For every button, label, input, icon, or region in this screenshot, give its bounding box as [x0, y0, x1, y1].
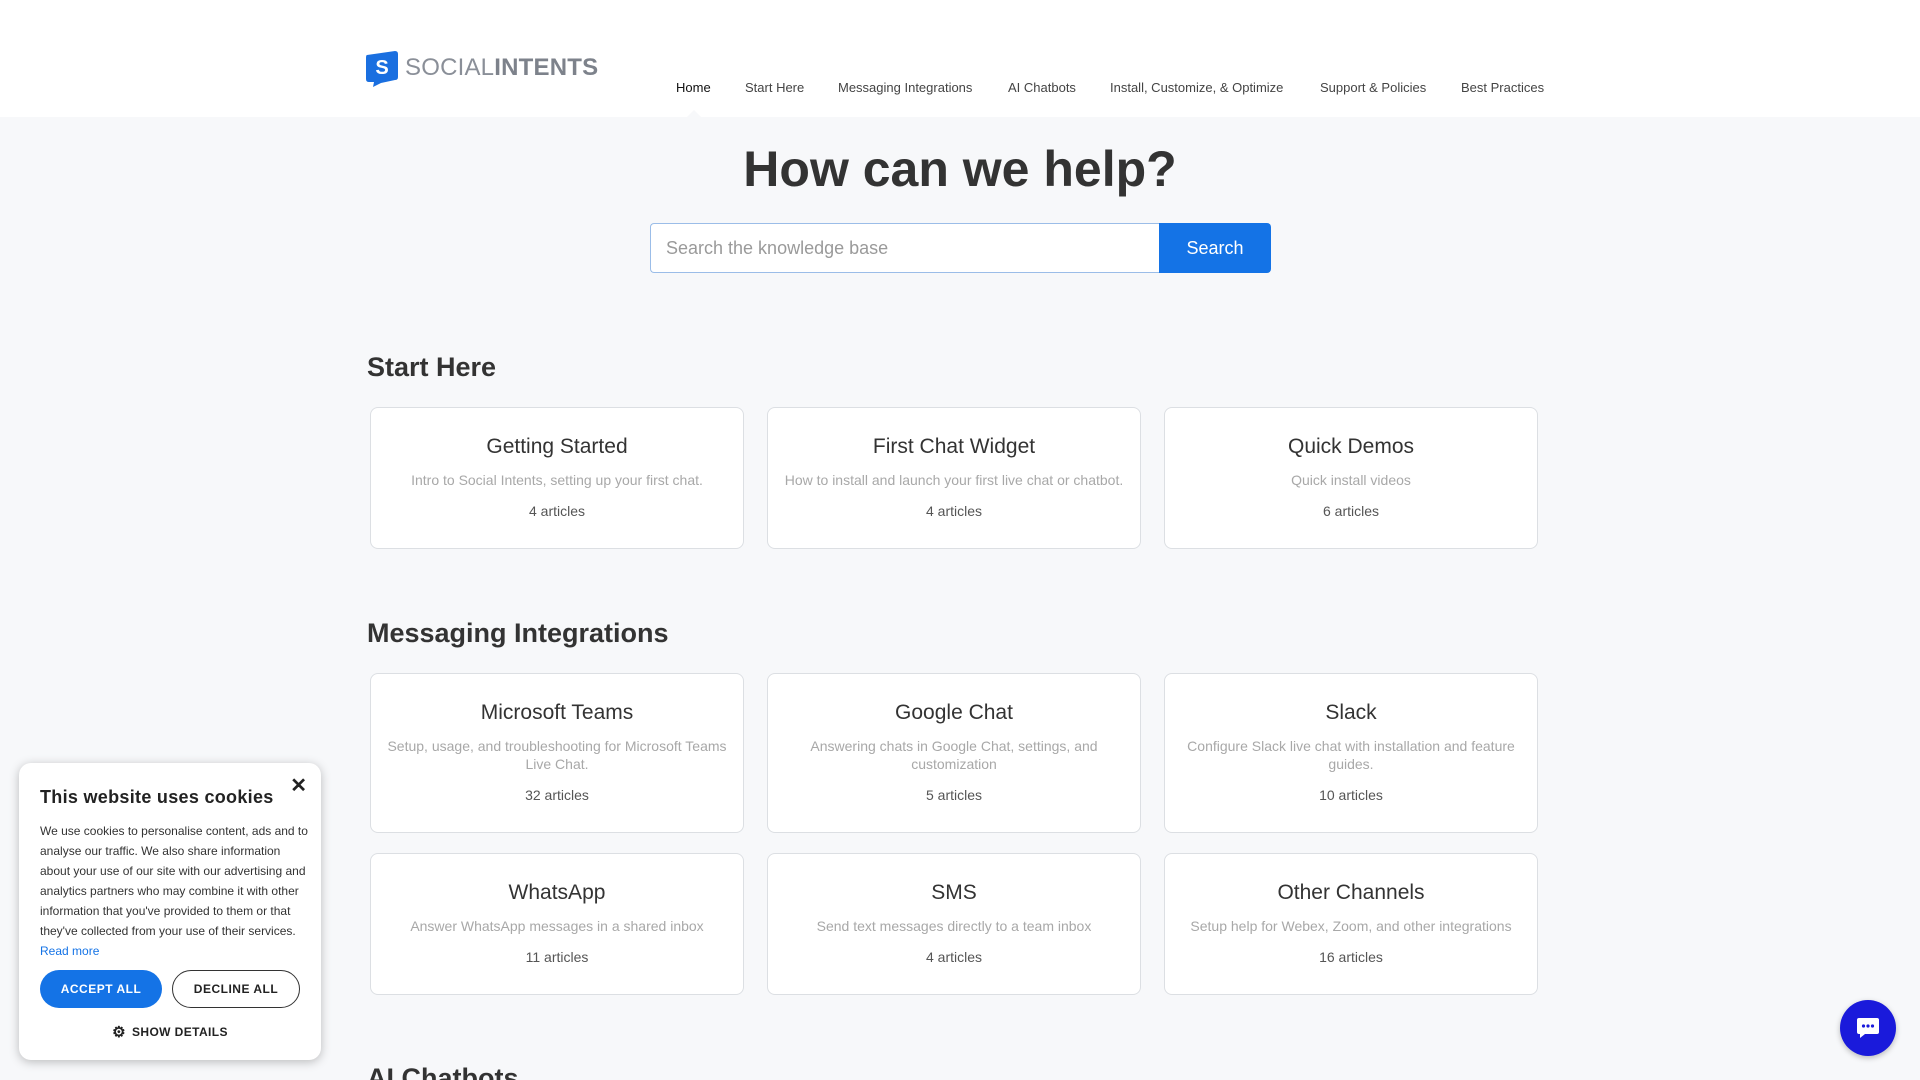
search-button[interactable]: Search	[1159, 223, 1271, 273]
article-count: 4 articles	[925, 949, 983, 965]
section-title-ai-chatbots: AI Chatbots	[367, 1063, 519, 1080]
active-nav-indicator	[687, 110, 701, 117]
article-count: 10 articles	[1319, 787, 1383, 803]
search-input[interactable]	[650, 223, 1159, 273]
main-nav: Home Start Here Messaging Integrations A…	[0, 80, 1920, 100]
cookie-text: We use cookies to personalise content, a…	[40, 821, 308, 961]
accept-all-button[interactable]: ACCEPT ALL	[40, 970, 162, 1008]
close-icon[interactable]: ✕	[290, 773, 307, 798]
card-description: Quick install videos	[1291, 472, 1411, 488]
show-details-label: SHOW DETAILS	[131, 1025, 228, 1039]
card-title: Getting Started	[486, 435, 628, 458]
cookie-consent-banner: ✕ This website uses cookies We use cooki…	[19, 763, 321, 1060]
section-title-start-here: Start Here	[367, 352, 497, 382]
nav-support-policies[interactable]: Support & Policies	[1320, 80, 1426, 95]
show-details-button[interactable]: ⚙ SHOW DETAILS	[19, 1023, 321, 1041]
card-description: Setup help for Webex, Zoom, and other in…	[1190, 918, 1512, 934]
card-title: Microsoft Teams	[480, 701, 634, 724]
category-card-getting-started[interactable]: Getting Started Intro to Social Intents,…	[370, 407, 744, 549]
nav-home[interactable]: Home	[676, 80, 711, 95]
card-description: Setup, usage, and troubleshooting for Mi…	[387, 738, 727, 772]
card-title: Other Channels	[1277, 881, 1425, 904]
nav-best-practices[interactable]: Best Practices	[1461, 80, 1544, 95]
article-count: 5 articles	[925, 787, 983, 803]
card-title: First Chat Widget	[872, 435, 1036, 458]
brand-name-bold: INTENTS	[494, 54, 599, 81]
card-title: Quick Demos	[1287, 435, 1415, 458]
card-description: How to install and launch your first liv…	[784, 472, 1124, 488]
category-card-sms[interactable]: SMS Send text messages directly to a tea…	[767, 853, 1141, 995]
brand-name: SOCIALINTENTS	[405, 54, 598, 82]
nav-install-customize-optimize[interactable]: Install, Customize, & Optimize	[1110, 80, 1283, 95]
card-description: Answer WhatsApp messages in a shared inb…	[410, 918, 704, 934]
site-header: S SOCIALINTENTS Home Start Here Messagin…	[0, 0, 1920, 117]
cookie-title: This website uses cookies	[40, 787, 274, 807]
read-more-link[interactable]: Read more	[40, 944, 99, 958]
nav-ai-chatbots[interactable]: AI Chatbots	[1008, 80, 1076, 95]
category-card-slack[interactable]: Slack Configure Slack live chat with ins…	[1164, 673, 1538, 833]
card-title: Slack	[1325, 701, 1377, 724]
card-description: Intro to Social Intents, setting up your…	[411, 472, 703, 488]
article-count: 11 articles	[525, 949, 589, 965]
decline-all-button[interactable]: DECLINE ALL	[172, 970, 300, 1008]
page-title: How can we help?	[743, 141, 1177, 197]
brand-name-light: SOCIAL	[405, 54, 495, 81]
card-description: Send text messages directly to a team in…	[816, 918, 1092, 934]
card-title: Google Chat	[895, 701, 1013, 724]
article-count: 32 articles	[525, 787, 589, 803]
category-card-microsoft-teams[interactable]: Microsoft Teams Setup, usage, and troubl…	[370, 673, 744, 833]
nav-messaging-integrations[interactable]: Messaging Integrations	[838, 80, 972, 95]
svg-text:S: S	[375, 57, 388, 79]
card-title: WhatsApp	[508, 881, 606, 904]
category-card-whatsapp[interactable]: WhatsApp Answer WhatsApp messages in a s…	[370, 853, 744, 995]
search-bar: Search	[650, 223, 1271, 273]
category-card-first-chat-widget[interactable]: First Chat Widget How to install and lau…	[767, 407, 1141, 549]
chat-launcher-button[interactable]	[1840, 1000, 1896, 1056]
article-count: 4 articles	[528, 503, 586, 519]
category-card-quick-demos[interactable]: Quick Demos Quick install videos 6 artic…	[1164, 407, 1538, 549]
section-title-messaging-integrations: Messaging Integrations	[367, 618, 669, 648]
category-card-google-chat[interactable]: Google Chat Answering chats in Google Ch…	[767, 673, 1141, 833]
chat-bubble-icon	[1857, 1018, 1879, 1038]
card-description: Configure Slack live chat with installat…	[1187, 738, 1515, 772]
card-description: Answering chats in Google Chat, settings…	[810, 738, 1098, 772]
article-count: 6 articles	[1322, 503, 1380, 519]
cookie-body: We use cookies to personalise content, a…	[40, 824, 308, 938]
article-count: 4 articles	[925, 503, 983, 519]
category-card-other-channels[interactable]: Other Channels Setup help for Webex, Zoo…	[1164, 853, 1538, 995]
nav-start-here[interactable]: Start Here	[745, 80, 804, 95]
card-title: SMS	[931, 881, 977, 904]
gear-icon: ⚙	[112, 1024, 126, 1041]
article-count: 16 articles	[1319, 949, 1383, 965]
